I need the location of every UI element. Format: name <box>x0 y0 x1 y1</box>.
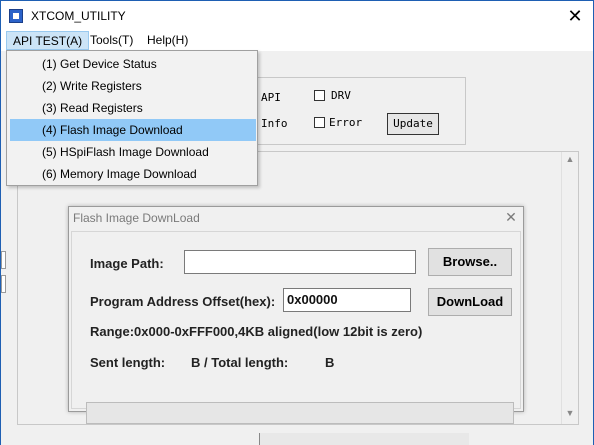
menu-tools[interactable]: Tools(T) <box>84 31 139 50</box>
vertical-scrollbar[interactable]: ▲ ▼ <box>561 152 577 424</box>
dialog-close-icon[interactable]: ✕ <box>503 209 519 227</box>
main-window: XTCOM_UTILITY ✕ API TEST(A) Tools(T) Hel… <box>0 0 594 445</box>
menu-item-get-device-status[interactable]: (1) Get Device Status <box>10 53 256 75</box>
menu-api-test[interactable]: API TEST(A) <box>6 31 90 50</box>
left-field[interactable] <box>1 251 6 269</box>
flash-image-download-dialog: Flash Image DownLoad ✕ Image Path: Brows… <box>68 206 524 424</box>
range-text: Range:0x000-0xFFF000,4KB aligned(low 12b… <box>90 324 423 339</box>
download-button[interactable]: DownLoad <box>428 288 512 316</box>
menu-item-memory-image-download[interactable]: (6) Memory Image Download <box>10 163 256 185</box>
image-path-input[interactable] <box>184 250 416 274</box>
menu-item-flash-image-download[interactable]: (4) Flash Image Download <box>10 119 256 141</box>
sent-length-label: Sent length: <box>90 355 166 370</box>
window-title: XTCOM_UTILITY <box>31 9 126 23</box>
offset-input[interactable]: 0x00000 <box>283 288 411 312</box>
left-field[interactable] <box>1 275 6 293</box>
app-icon <box>9 9 23 23</box>
total-length-label: B / Total length: <box>191 355 289 370</box>
dialog-title: Flash Image DownLoad <box>73 211 200 225</box>
title-bar: XTCOM_UTILITY ✕ <box>1 1 593 31</box>
update-button[interactable]: Update <box>387 113 439 135</box>
image-path-label: Image Path: <box>90 256 164 271</box>
dialog-body: Image Path: Browse.. Program Address Off… <box>71 231 521 424</box>
menu-item-read-registers[interactable]: (3) Read Registers <box>10 97 256 119</box>
scroll-up-icon[interactable]: ▲ <box>562 154 578 168</box>
drv-label: DRV <box>331 89 351 102</box>
menu-item-write-registers[interactable]: (2) Write Registers <box>10 75 256 97</box>
menu-help[interactable]: Help(H) <box>141 31 194 50</box>
bottom-panel <box>259 433 469 445</box>
total-unit: B <box>325 355 335 370</box>
menu-bar: API TEST(A) Tools(T) Help(H) <box>1 31 593 51</box>
scroll-down-icon[interactable]: ▼ <box>562 408 578 422</box>
api-label: API <box>261 91 281 104</box>
browse-button[interactable]: Browse.. <box>428 248 512 276</box>
drv-checkbox[interactable] <box>314 90 325 101</box>
close-icon[interactable]: ✕ <box>561 5 589 27</box>
offset-label: Program Address Offset(hex): <box>90 294 276 309</box>
api-test-dropdown: (1) Get Device Status (2) Write Register… <box>6 50 258 186</box>
info-label: Info <box>261 117 288 130</box>
error-label: Error <box>329 116 363 129</box>
progress-bar <box>86 402 514 424</box>
menu-item-hspiflash-image-download[interactable]: (5) HSpiFlash Image Download <box>10 141 256 163</box>
error-checkbox[interactable] <box>314 117 325 128</box>
